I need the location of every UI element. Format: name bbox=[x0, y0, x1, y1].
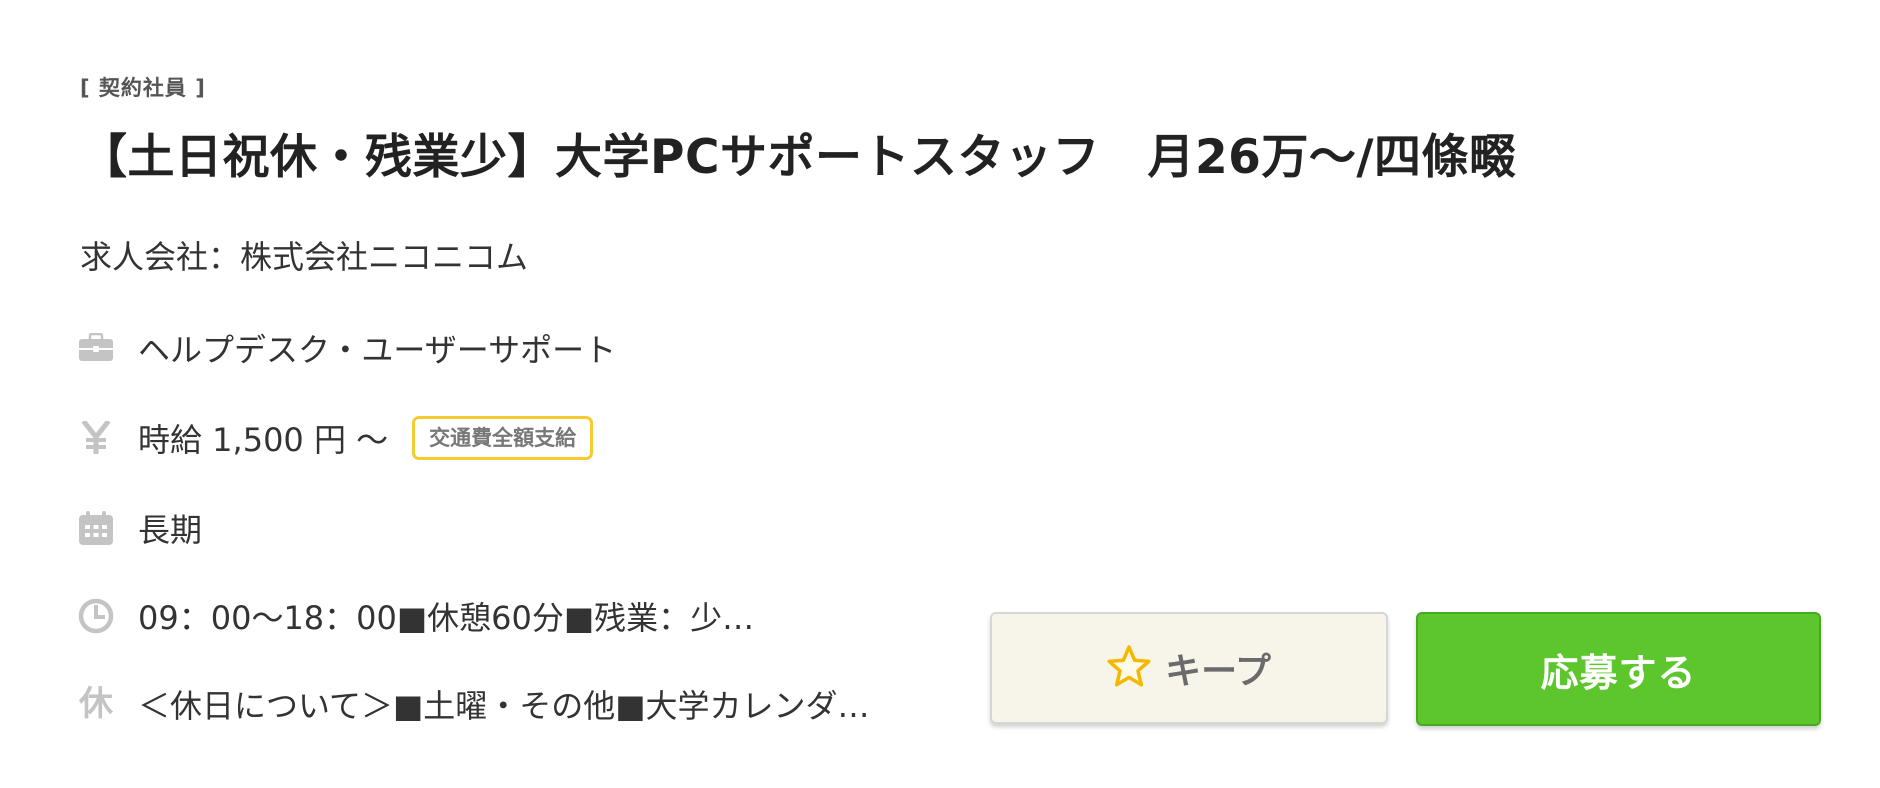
holiday-icon: 休 bbox=[78, 686, 114, 722]
clock-icon bbox=[78, 598, 114, 634]
apply-button-label: 応募する bbox=[1540, 650, 1697, 695]
keep-button-label: キープ bbox=[1165, 651, 1271, 692]
apply-button[interactable]: 応募する bbox=[1416, 612, 1821, 726]
keep-button[interactable]: キープ bbox=[990, 612, 1388, 724]
holiday-icon-glyph: 休 bbox=[79, 684, 113, 724]
transport-allowance-badge: 交通費全額支給 bbox=[412, 416, 594, 460]
holidays-text: ＜休日について＞■土曜・その他■大学カレンダ… bbox=[138, 687, 870, 725]
working-hours-row: 09：00〜18：00■休憩60分■残業：少… bbox=[78, 596, 755, 637]
salary-text: 時給 1,500 円 〜 bbox=[138, 421, 389, 459]
job-category-text: ヘルプデスク・ユーザーサポート bbox=[138, 331, 617, 369]
job-category-row: ヘルプデスク・ユーザーサポート bbox=[78, 328, 617, 369]
company-name: 求人会社：株式会社ニコニコム bbox=[80, 238, 529, 276]
working-hours-text: 09：00〜18：00■休憩60分■残業：少… bbox=[138, 599, 755, 637]
holidays-row: 休 ＜休日について＞■土曜・その他■大学カレンダ… bbox=[78, 684, 870, 725]
yen-icon bbox=[78, 420, 114, 456]
star-icon bbox=[1107, 644, 1151, 692]
job-title[interactable]: 【土日祝休・残業少】大学PCサポートスタッフ 月26万〜/四條畷 bbox=[80, 118, 1517, 187]
calendar-icon bbox=[78, 510, 114, 546]
briefcase-icon bbox=[78, 330, 114, 366]
duration-row: 長期 bbox=[78, 508, 203, 549]
duration-text: 長期 bbox=[138, 511, 203, 549]
salary-row: 時給 1,500 円 〜 交通費全額支給 bbox=[78, 416, 594, 460]
employment-type-label: [ 契約社員 ] bbox=[80, 76, 206, 100]
job-card: [ 契約社員 ] 【土日祝休・残業少】大学PCサポートスタッフ 月26万〜/四條… bbox=[0, 0, 1880, 788]
